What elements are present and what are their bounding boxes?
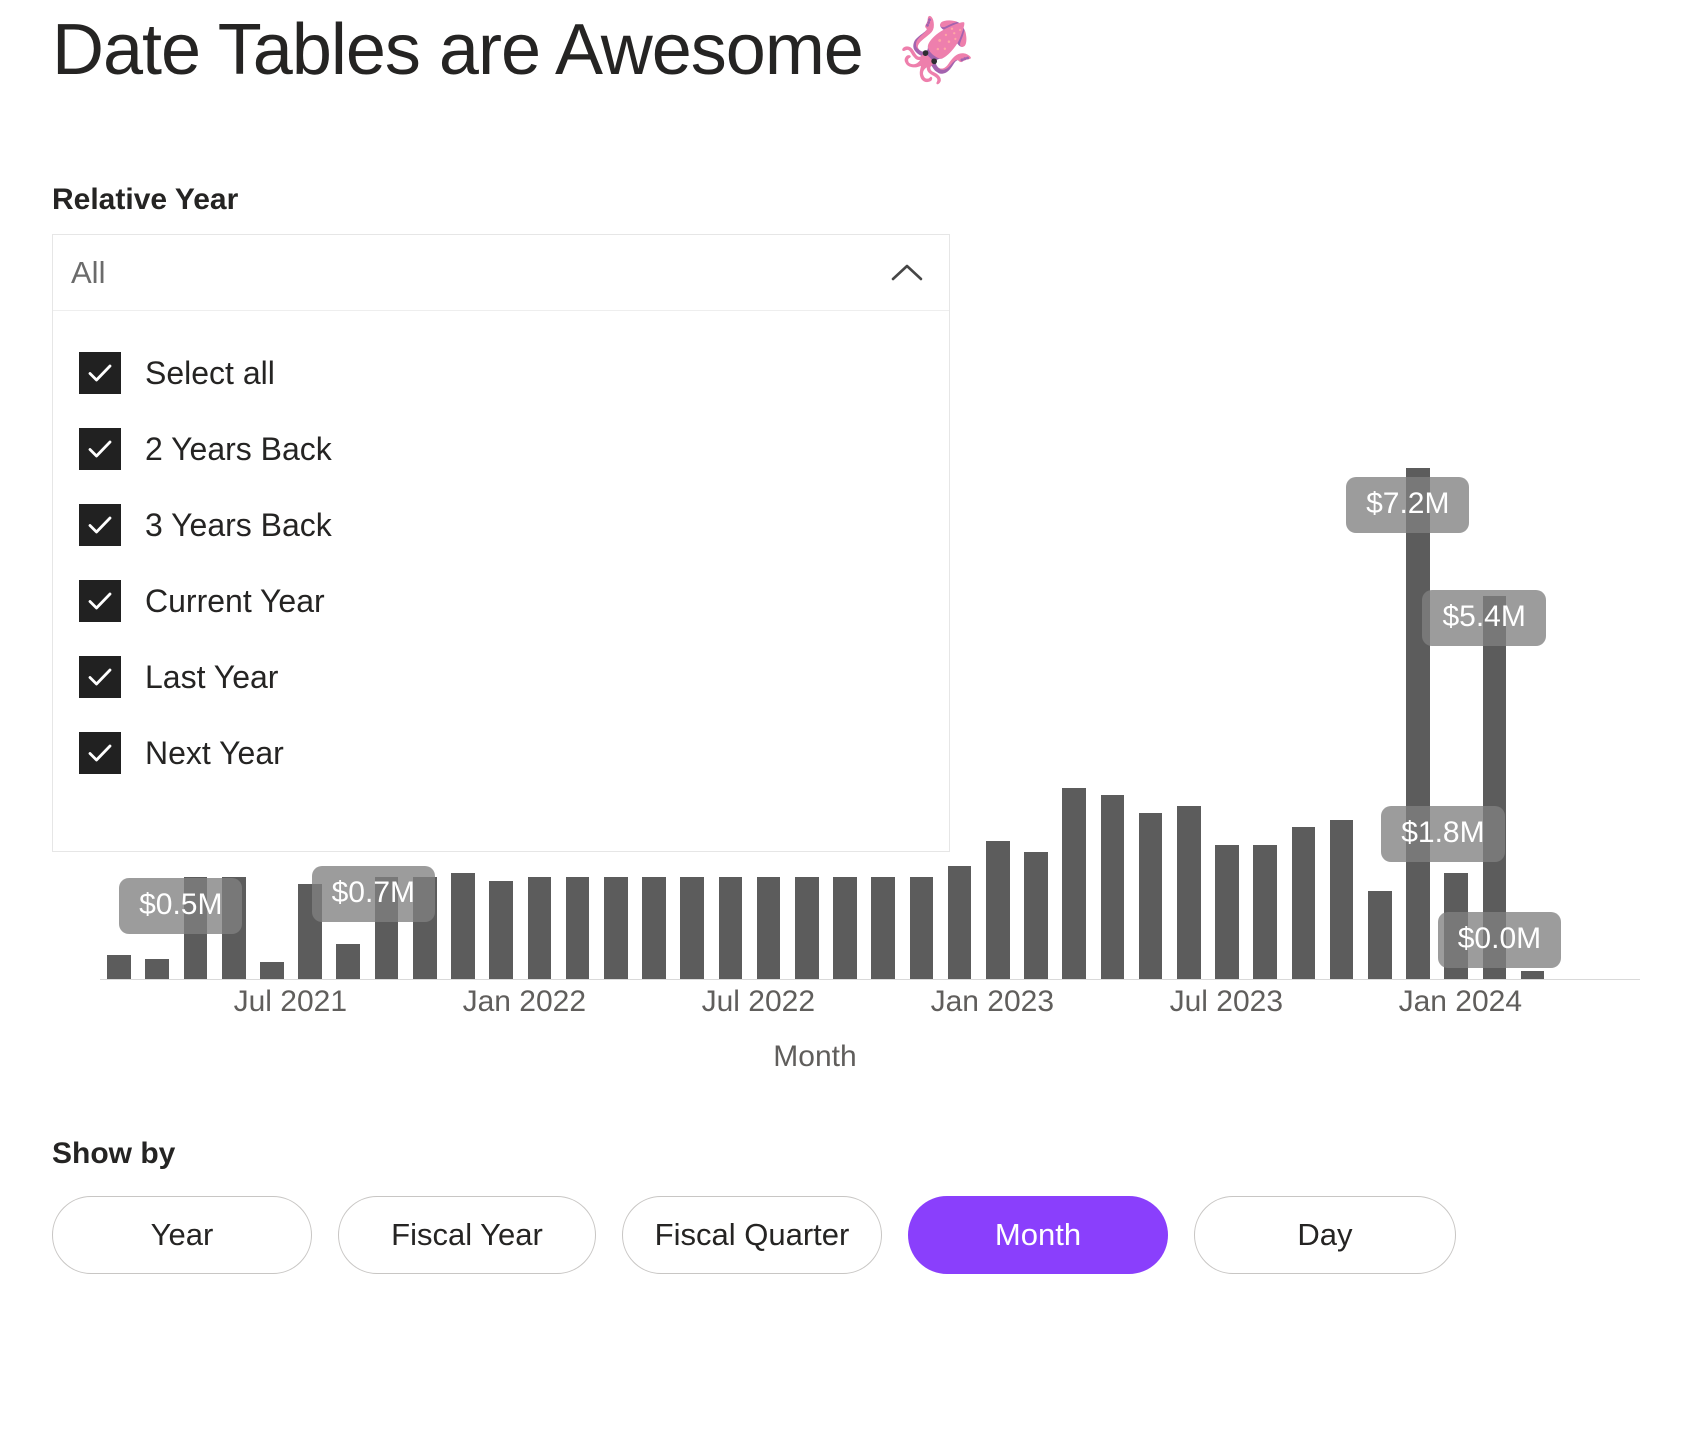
slicer-option-label: 2 Years Back: [145, 428, 332, 470]
bar-slot: [1323, 440, 1361, 980]
chart-bar[interactable]: [184, 877, 208, 980]
bar-slot: [1284, 440, 1322, 980]
show-by-button-day[interactable]: Day: [1194, 1196, 1456, 1274]
relative-year-slicer: Relative Year All Select all 2 Years Back…: [52, 180, 952, 852]
bar-slot: [1170, 440, 1208, 980]
squid-emoji: 🦑: [897, 2, 977, 98]
chart-bar[interactable]: [1406, 468, 1430, 980]
chart-bar[interactable]: [1444, 873, 1468, 980]
chart-x-axis-title: Month: [0, 1040, 1630, 1074]
chart-bar[interactable]: [566, 877, 590, 980]
slicer-option-label: Select all: [145, 352, 275, 394]
chart-bar[interactable]: [1024, 852, 1048, 980]
checkbox-checked-icon[interactable]: [79, 580, 121, 622]
checkbox-checked-icon[interactable]: [79, 428, 121, 470]
chart-bar[interactable]: [795, 877, 819, 980]
bar-slot: [1399, 440, 1437, 980]
checkbox-checked-icon[interactable]: [79, 352, 121, 394]
chart-x-axis-line: [100, 979, 1640, 980]
slicer-option-label: 3 Years Back: [145, 504, 332, 546]
slicer-option-label: Last Year: [145, 656, 278, 698]
chart-bar[interactable]: [413, 877, 437, 980]
bar-slot: [1437, 440, 1475, 980]
bar-slot: [1590, 440, 1628, 980]
chart-bar[interactable]: [1483, 596, 1507, 980]
page-header: Date Tables are Awesome 🦑: [52, 2, 977, 98]
chart-bar[interactable]: [680, 877, 704, 980]
slicer-option[interactable]: Select all: [53, 335, 949, 411]
chart-bar[interactable]: [451, 873, 475, 980]
chart-bar[interactable]: [528, 877, 552, 980]
slicer-dropdown-header[interactable]: All: [53, 235, 949, 311]
show-by-section: Show by Year Fiscal Year Fiscal Quarter Mon…: [52, 1134, 1652, 1274]
slicer-option[interactable]: 2 Years Back: [53, 411, 949, 487]
bar-slot: [1246, 440, 1284, 980]
show-by-button-year[interactable]: Year: [52, 1196, 312, 1274]
chart-x-tick: Jul 2021: [234, 985, 347, 1019]
slicer-option-label: Next Year: [145, 732, 284, 774]
chart-bar[interactable]: [489, 881, 513, 980]
chart-x-tick: Jan 2022: [463, 985, 586, 1019]
chart-x-tick: Jan 2024: [1399, 985, 1522, 1019]
chart-bar[interactable]: [1062, 788, 1086, 980]
slicer-option[interactable]: Next Year: [53, 715, 949, 791]
show-by-title: Show by: [52, 1134, 1652, 1174]
bar-slot: [1514, 440, 1552, 980]
bar-slot: [1093, 440, 1131, 980]
chart-x-tick: Jul 2022: [702, 985, 815, 1019]
chart-x-tick: Jan 2023: [931, 985, 1054, 1019]
chart-x-tick-labels: Jul 2021 Jan 2022 Jul 2022 Jan 2023 Jul 2023…: [100, 985, 1660, 1035]
checkbox-checked-icon[interactable]: [79, 732, 121, 774]
chart-bar[interactable]: [871, 877, 895, 980]
chart-bar[interactable]: [1330, 820, 1354, 980]
slicer-option[interactable]: 3 Years Back: [53, 487, 949, 563]
slicer-option[interactable]: Last Year: [53, 639, 949, 715]
bar-slot: [1131, 440, 1169, 980]
slicer-option[interactable]: Current Year: [53, 563, 949, 639]
chart-bar[interactable]: [1139, 813, 1163, 980]
show-by-button-fiscal-year[interactable]: Fiscal Year: [338, 1196, 596, 1274]
chart-bar[interactable]: [986, 841, 1010, 980]
show-by-button-fiscal-quarter[interactable]: Fiscal Quarter: [622, 1196, 882, 1274]
bar-slot: [1208, 440, 1246, 980]
chart-bar[interactable]: [1101, 795, 1125, 980]
chart-bar[interactable]: [642, 877, 666, 980]
chart-bar[interactable]: [757, 877, 781, 980]
slicer-selected-value: All: [71, 255, 105, 291]
chart-bar[interactable]: [145, 959, 169, 980]
bar-slot: [1017, 440, 1055, 980]
chart-bar[interactable]: [336, 944, 360, 980]
chart-bar[interactable]: [375, 877, 399, 980]
chart-bar[interactable]: [1368, 891, 1392, 980]
chart-bar[interactable]: [260, 962, 284, 980]
chart-bar[interactable]: [222, 877, 246, 980]
page-title: Date Tables are Awesome: [52, 2, 863, 98]
bar-slot: [1361, 440, 1399, 980]
bar-slot: [979, 440, 1017, 980]
slicer-dropdown[interactable]: All Select all 2 Years Back 3 Years Back Cu…: [52, 234, 950, 852]
checkbox-checked-icon[interactable]: [79, 504, 121, 546]
slicer-option-list: Select all 2 Years Back 3 Years Back Curren…: [53, 311, 949, 851]
show-by-button-group: Year Fiscal Year Fiscal Quarter Month Day: [52, 1196, 1652, 1274]
bar-slot: [1055, 440, 1093, 980]
chart-bar[interactable]: [719, 877, 743, 980]
bar-slot: [1552, 440, 1590, 980]
chart-bar[interactable]: [948, 866, 972, 980]
slicer-title: Relative Year: [52, 180, 952, 220]
checkbox-checked-icon[interactable]: [79, 656, 121, 698]
chart-bar[interactable]: [1253, 845, 1277, 980]
chart-bar[interactable]: [833, 877, 857, 980]
chart-x-tick: Jul 2023: [1170, 985, 1283, 1019]
slicer-option-label: Current Year: [145, 580, 325, 622]
chart-bar[interactable]: [1215, 845, 1239, 980]
chevron-up-icon[interactable]: [885, 251, 929, 295]
chart-bar[interactable]: [1292, 827, 1316, 980]
bar-slot: [1475, 440, 1513, 980]
chart-bar[interactable]: [910, 877, 934, 980]
chart-bar[interactable]: [1177, 806, 1201, 980]
chart-bar[interactable]: [298, 884, 322, 980]
chart-bar[interactable]: [107, 955, 131, 980]
show-by-button-month[interactable]: Month: [908, 1196, 1168, 1274]
chart-bar[interactable]: [604, 877, 628, 980]
